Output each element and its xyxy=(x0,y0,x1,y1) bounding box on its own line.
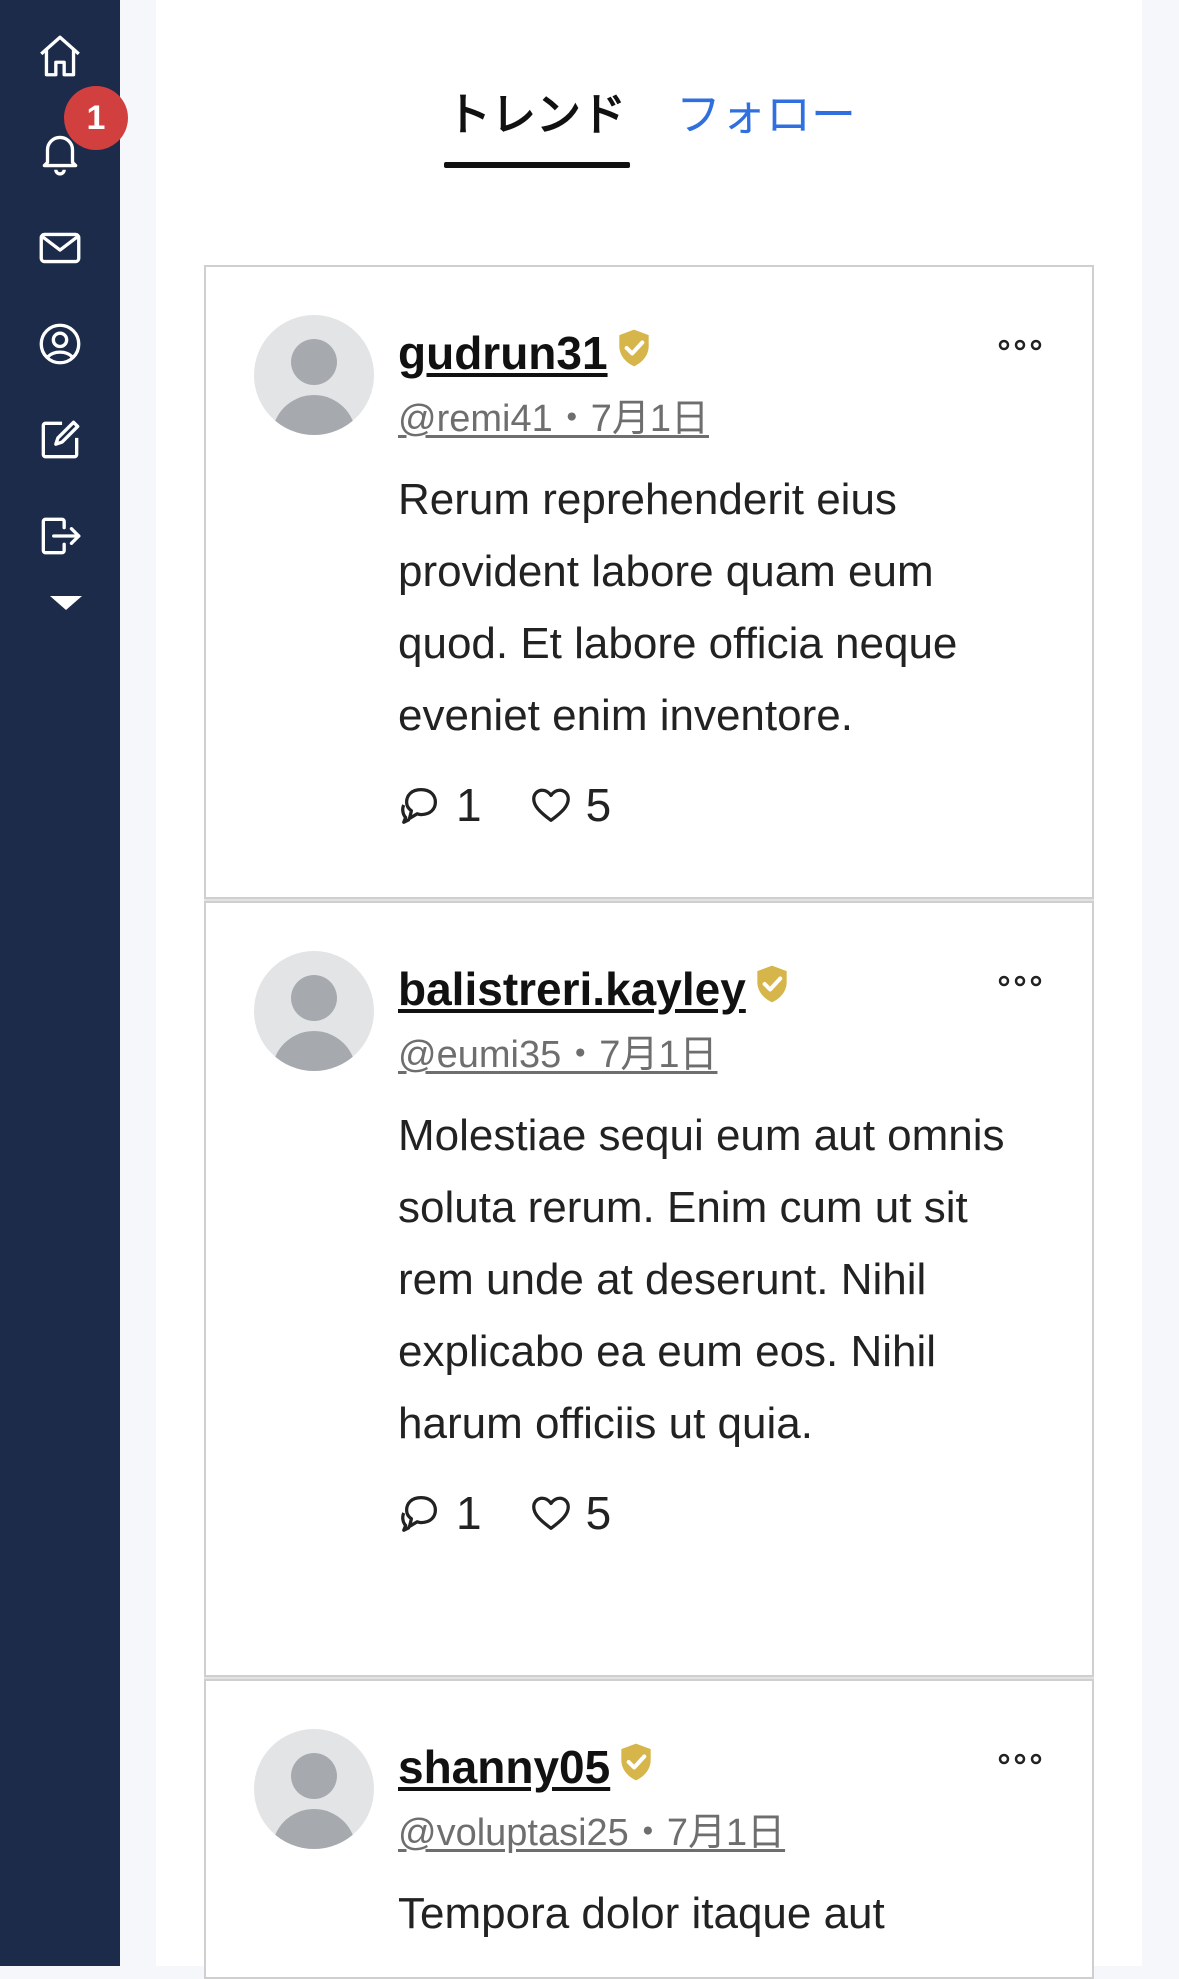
mail-icon xyxy=(39,232,81,264)
main-content: トレンド フォロー gudrun31 @remi41・7月1日 Rerum re… xyxy=(156,0,1142,1979)
comment-icon xyxy=(401,1496,438,1532)
post-card: gudrun31 @remi41・7月1日 Rerum reprehenderi… xyxy=(204,265,1094,899)
tab-following[interactable]: フォロー xyxy=(676,78,856,143)
reply-count: 1 xyxy=(456,779,482,831)
post-text: Molestiae sequi eum aut omnis soluta rer… xyxy=(398,1111,1005,1448)
user-circle-icon xyxy=(39,323,81,365)
compose-icon xyxy=(41,420,80,459)
post-actions: 1 5 xyxy=(398,760,1032,850)
post-feed: gudrun31 @remi41・7月1日 Rerum reprehenderi… xyxy=(204,265,1094,1979)
reply-button[interactable]: 1 xyxy=(398,1486,482,1540)
home-icon xyxy=(40,35,80,77)
post-card: shanny05 @voluptasi25・7月1日 Tempora dolor… xyxy=(204,1679,1094,1979)
tab-trending[interactable]: トレンド xyxy=(443,78,631,168)
more-options-icon[interactable] xyxy=(998,971,1042,991)
post-meta[interactable]: @voluptasi25・7月1日 xyxy=(398,1801,785,1856)
chevron-down-icon[interactable] xyxy=(50,596,82,610)
like-count: 5 xyxy=(585,1487,612,1539)
comment-icon xyxy=(401,788,438,824)
reply-button[interactable]: 1 xyxy=(398,778,482,832)
like-count: 5 xyxy=(585,779,612,831)
more-options-icon[interactable] xyxy=(998,1749,1042,1769)
post-actions: 1 5 xyxy=(398,1468,1032,1558)
nav-profile[interactable] xyxy=(34,318,86,370)
nav-messages[interactable] xyxy=(34,222,86,274)
like-button[interactable]: 5 xyxy=(528,778,612,832)
sidebar: 1 xyxy=(0,0,128,1966)
logout-icon xyxy=(41,517,81,555)
heart-icon xyxy=(531,788,570,822)
avatar[interactable] xyxy=(254,1729,374,1849)
more-options-icon[interactable] xyxy=(998,335,1042,355)
post-username[interactable]: gudrun31 xyxy=(398,326,608,380)
verified-badge-icon xyxy=(621,1743,651,1781)
reply-count: 1 xyxy=(456,1487,482,1539)
post-card: balistreri.kayley @eumi35・7月1日 Molestiae… xyxy=(204,901,1094,1677)
post-username[interactable]: balistreri.kayley xyxy=(398,962,746,1016)
avatar[interactable] xyxy=(254,951,374,1071)
post-username[interactable]: shanny05 xyxy=(398,1740,610,1794)
post-meta[interactable]: @eumi35・7月1日 xyxy=(398,1023,717,1078)
verified-badge-icon xyxy=(757,965,787,1003)
verified-badge-icon xyxy=(618,329,649,367)
post-text: Tempora dolor itaque aut xyxy=(398,1889,885,1938)
heart-icon xyxy=(531,1496,570,1530)
nav-logout[interactable] xyxy=(34,510,86,562)
nav-compose[interactable] xyxy=(34,414,86,466)
notification-badge: 1 xyxy=(64,86,128,150)
like-button[interactable]: 5 xyxy=(528,1486,612,1540)
nav-home[interactable] xyxy=(34,30,86,82)
tab-bar: トレンド フォロー xyxy=(156,0,1142,180)
post-meta[interactable]: @remi41・7月1日 xyxy=(398,387,709,442)
post-text: Rerum reprehenderit eius provident labor… xyxy=(398,475,958,740)
avatar[interactable] xyxy=(254,315,374,435)
